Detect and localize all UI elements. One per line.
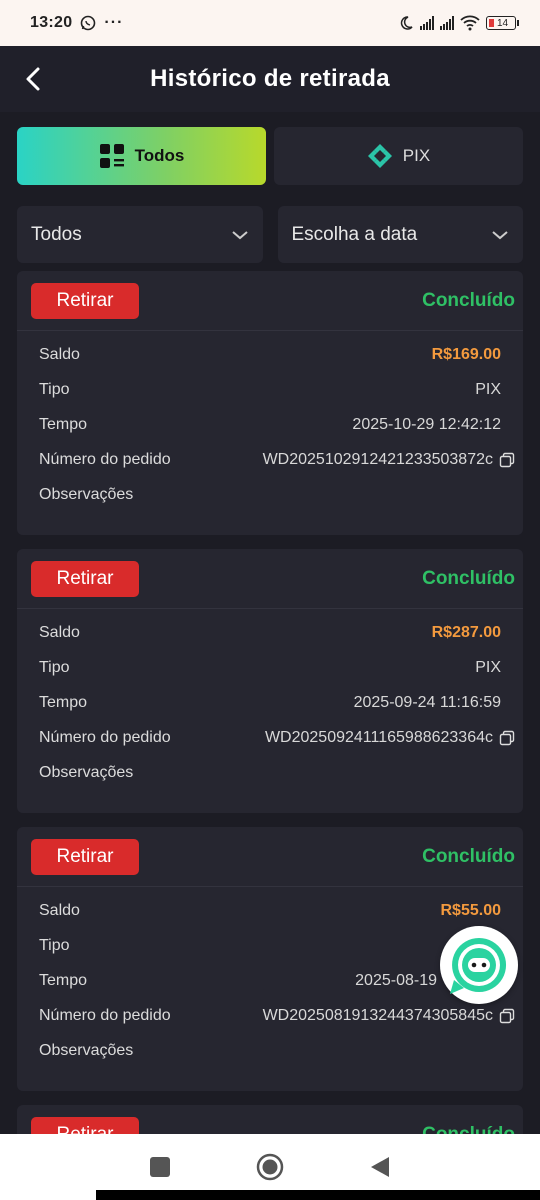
tab-label: PIX — [402, 146, 431, 165]
signal-icon — [440, 16, 454, 30]
recents-icon[interactable] — [149, 1156, 171, 1178]
balance-value: R$55.00 — [440, 901, 502, 919]
retirar-badge: Retirar — [31, 282, 139, 319]
method-tabs: Todos PIX — [17, 127, 523, 185]
type-value: PIX — [475, 658, 501, 676]
order-row: Número do pedido WD2025092411165988623364… — [39, 720, 515, 755]
back-triangle-icon[interactable] — [369, 1155, 391, 1179]
status-text: Concluído — [422, 567, 515, 589]
balance-value: R$287.00 — [431, 623, 501, 641]
tab-pix[interactable]: PIX — [274, 127, 523, 185]
tab-label: Todos — [134, 146, 185, 165]
time-row: Tempo 2025-09-24 11:16:59 — [39, 685, 515, 720]
type-filter-dropdown[interactable]: Todos — [17, 206, 263, 263]
order-value: WD2025081913244374305845c — [262, 1006, 493, 1024]
type-filter-value: Todos — [31, 223, 82, 245]
copy-icon[interactable] — [499, 1008, 515, 1024]
notes-row: Observações — [39, 755, 515, 790]
filters: Todos Escolha a data — [17, 206, 523, 263]
withdrawal-card: Retirar Concluído Saldo R$169.00 Tipo PIX … — [17, 271, 523, 535]
back-arrow-icon[interactable] — [22, 64, 46, 94]
pix-icon — [367, 144, 392, 168]
balance-row: Saldo R$169.00 — [39, 337, 515, 372]
home-icon[interactable] — [256, 1153, 284, 1181]
balance-label: Saldo — [39, 901, 80, 919]
time-row: Tempo 2025-10-29 12:42:12 — [39, 407, 515, 442]
copy-icon[interactable] — [499, 730, 515, 746]
balance-row: Saldo R$55.00 — [39, 893, 515, 928]
time-value: 2025-09-24 11:16:59 — [353, 693, 501, 711]
notes-label: Observações — [39, 763, 134, 781]
status-text: Concluído — [422, 845, 515, 867]
order-label: Número do pedido — [39, 728, 171, 746]
signal-icon — [420, 16, 434, 30]
time-label: Tempo — [39, 971, 88, 989]
order-value: WD2025102912421233503872c — [262, 450, 493, 468]
time-value: 2025-08-19 — [355, 971, 437, 989]
type-row: Tipo PIX — [39, 650, 515, 685]
notes-row: Observações — [39, 1033, 515, 1068]
notes-label: Observações — [39, 485, 134, 503]
moon-icon — [400, 16, 413, 30]
order-row: Número do pedido WD2025081913244374305845… — [39, 998, 515, 1033]
balance-label: Saldo — [39, 345, 80, 363]
type-row: Tipo PIX — [39, 372, 515, 407]
tab-todos[interactable]: Todos — [17, 127, 266, 185]
app-header: Histórico de retirada — [0, 46, 540, 112]
date-filter-value: Escolha a data — [291, 223, 418, 245]
more-icon: ··· — [104, 14, 124, 31]
retirar-badge: Retirar — [31, 560, 139, 597]
status-text: Concluído — [422, 289, 515, 311]
status-bar: 13:20 ··· 14 — [0, 0, 540, 46]
time-label: Tempo — [39, 415, 88, 433]
order-label: Número do pedido — [39, 1006, 171, 1024]
grid-icon — [99, 144, 124, 168]
battery-level: 14 — [497, 17, 509, 29]
page-title: Histórico de retirada — [150, 65, 390, 92]
clock: 13:20 — [30, 14, 73, 31]
chevron-down-icon — [492, 230, 508, 239]
support-chat-button[interactable] — [440, 926, 518, 1004]
type-label: Tipo — [39, 936, 70, 954]
wifi-icon — [460, 15, 480, 31]
date-filter-dropdown[interactable]: Escolha a data — [277, 206, 523, 263]
balance-label: Saldo — [39, 623, 80, 641]
battery-icon: 14 — [486, 16, 519, 30]
type-label: Tipo — [39, 380, 70, 398]
chevron-down-icon — [231, 230, 248, 239]
order-value: WD2025092411165988623364c — [264, 728, 493, 746]
order-label: Número do pedido — [39, 450, 171, 468]
balance-value: R$169.00 — [431, 345, 501, 363]
whatsapp-icon — [81, 15, 96, 31]
time-value: 2025-10-29 12:42:12 — [352, 415, 501, 433]
retirar-badge: Retirar — [31, 838, 139, 875]
gesture-bar — [96, 1190, 540, 1200]
chat-bot-icon — [450, 938, 507, 994]
order-row: Número do pedido WD2025102912421233503872… — [39, 442, 515, 477]
time-label: Tempo — [39, 693, 88, 711]
balance-row: Saldo R$287.00 — [39, 615, 515, 650]
type-value: PIX — [475, 380, 501, 398]
withdrawal-card: Retirar Concluído Saldo R$287.00 Tipo PIX … — [17, 549, 523, 813]
copy-icon[interactable] — [499, 452, 515, 468]
notes-label: Observações — [39, 1041, 134, 1059]
type-label: Tipo — [39, 658, 70, 676]
notes-row: Observações — [39, 477, 515, 512]
